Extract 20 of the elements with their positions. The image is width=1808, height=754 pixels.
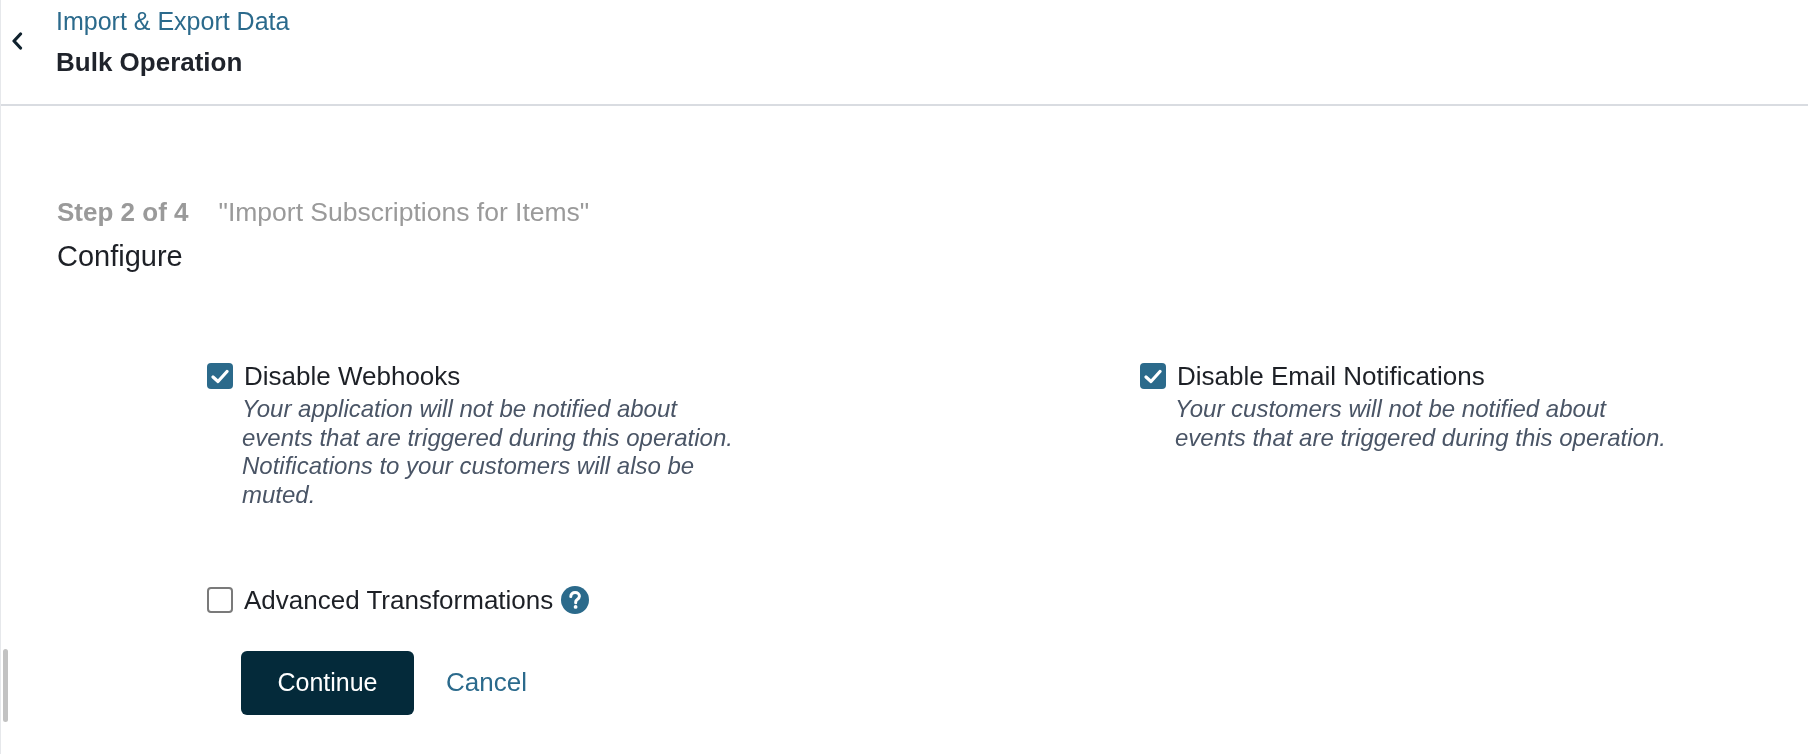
option-label[interactable]: Advanced Transformations	[244, 583, 554, 616]
step-title: Configure	[57, 239, 183, 273]
checkbox[interactable]	[207, 586, 233, 613]
page-title: Bulk Operation	[56, 47, 243, 77]
option-description: Your application will not be notified about events that are triggered during this operation. Notifications to your customers will also be muted.	[242, 395, 733, 510]
option-label[interactable]: Disable Email Notifications	[1177, 360, 1485, 392]
check-icon	[211, 368, 229, 384]
step-counter: Step 2 of 4	[57, 197, 189, 227]
checkbox[interactable]	[1140, 363, 1166, 389]
breadcrumb-link[interactable]: Import & Export Data	[56, 6, 290, 36]
continue-button[interactable]: Continue	[241, 650, 414, 715]
chevron-left-icon	[11, 32, 23, 50]
check-icon	[1144, 368, 1162, 384]
option-label[interactable]: Disable Webhooks	[244, 360, 461, 392]
scrollbar-thumb[interactable]	[3, 649, 8, 722]
checkbox[interactable]	[207, 363, 233, 389]
cancel-link[interactable]: Cancel	[446, 667, 527, 699]
operation-name: "Import Subscriptions for Items"	[218, 197, 590, 227]
option-description: Your customers will not be notified about events that are triggered during this operation.	[1175, 395, 1666, 453]
help-icon[interactable]	[561, 585, 590, 614]
